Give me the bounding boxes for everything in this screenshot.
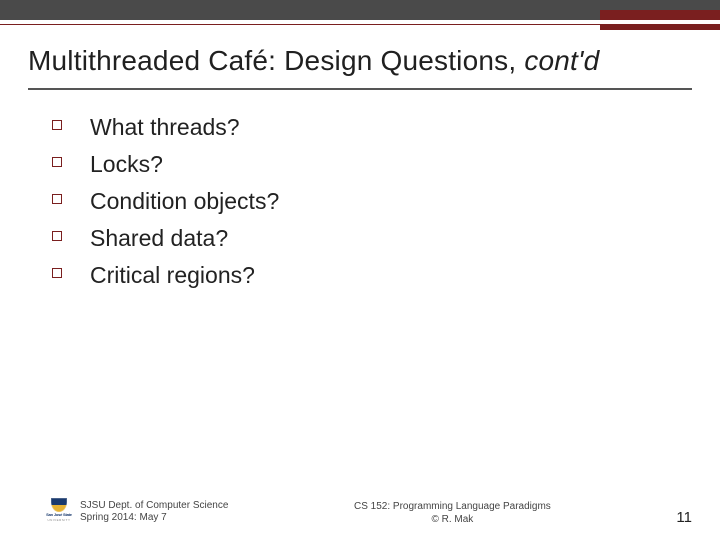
footer-center-line1: CS 152: Programming Language Paradigms: [354, 501, 551, 514]
slide-title: Multithreaded Café: Design Questions, co…: [28, 44, 692, 78]
logo-sublabel: UNIVERSITY: [48, 518, 71, 522]
slide-title-italic: cont'd: [524, 45, 599, 76]
bullet-text: Condition objects?: [90, 186, 279, 217]
square-bullet-icon: [52, 231, 62, 241]
page-number: 11: [676, 509, 692, 526]
slide: Multithreaded Café: Design Questions, co…: [0, 0, 720, 540]
footer-left-text: SJSU Dept. of Computer Science Spring 20…: [80, 500, 228, 525]
slide-title-main: Multithreaded Café: Design Questions,: [28, 45, 524, 76]
footer-center-line2: © R. Mak: [354, 514, 551, 527]
title-block: Multithreaded Café: Design Questions, co…: [28, 44, 692, 90]
footer-left: San José State UNIVERSITY SJSU Dept. of …: [48, 498, 228, 526]
footer-left-line2: Spring 2014: May 7: [80, 512, 228, 525]
top-thinline-decor: [0, 20, 720, 25]
list-item: Condition objects?: [52, 186, 680, 217]
footer-left-line1: SJSU Dept. of Computer Science: [80, 500, 228, 513]
bullet-text: Locks?: [90, 149, 163, 180]
bullet-text: Shared data?: [90, 223, 228, 254]
bullet-text: What threads?: [90, 112, 240, 143]
list-item: Critical regions?: [52, 260, 680, 291]
square-bullet-icon: [52, 268, 62, 278]
sjsu-logo-icon: San José State UNIVERSITY: [48, 498, 70, 526]
square-bullet-icon: [52, 157, 62, 167]
logo-label: San José State: [46, 513, 72, 517]
list-item: Locks?: [52, 149, 680, 180]
footer-center: CS 152: Programming Language Paradigms ©…: [354, 501, 551, 526]
list-item: What threads?: [52, 112, 680, 143]
list-item: Shared data?: [52, 223, 680, 254]
bullet-text: Critical regions?: [90, 260, 255, 291]
footer: San José State UNIVERSITY SJSU Dept. of …: [48, 498, 692, 526]
bullet-list: What threads? Locks? Condition objects? …: [52, 112, 680, 297]
square-bullet-icon: [52, 120, 62, 130]
title-underline-decor: [28, 88, 692, 90]
square-bullet-icon: [52, 194, 62, 204]
